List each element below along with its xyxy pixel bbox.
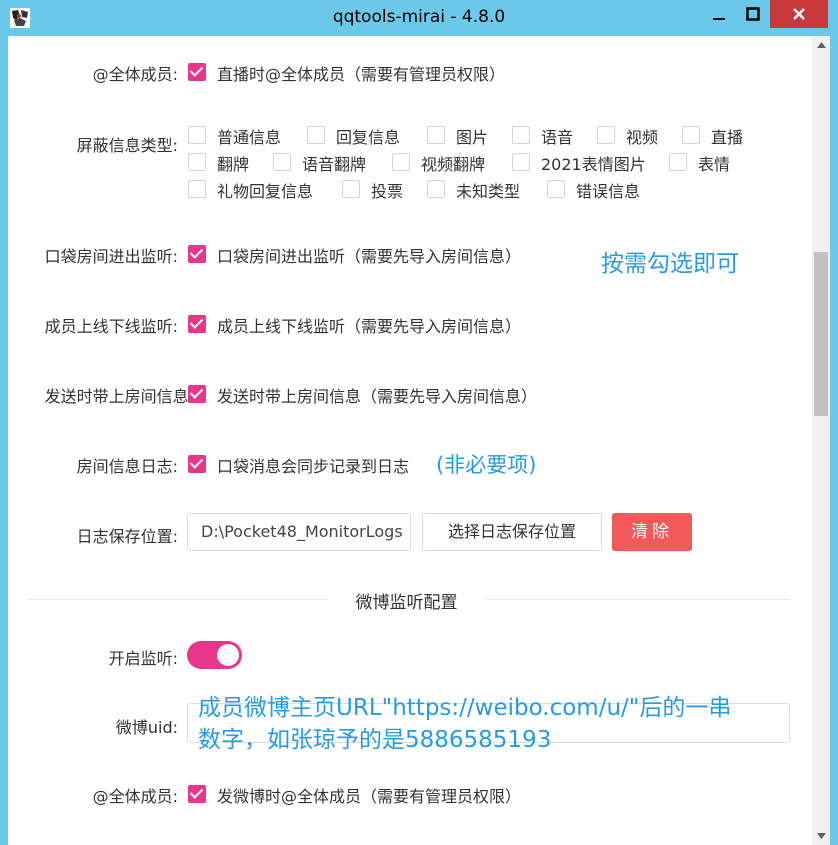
block-type-checkbox[interactable]	[682, 126, 700, 144]
minimize-icon	[713, 18, 725, 20]
live-at-all-label: @全体成员:	[92, 65, 178, 84]
weibo-at-all-text[interactable]: 发微博时@全体成员（需要有管理员权限）	[217, 783, 521, 807]
block-type-label[interactable]: 图片	[456, 124, 488, 148]
block-type-checkbox[interactable]	[427, 180, 445, 198]
block-type-label[interactable]: 语音	[541, 124, 573, 148]
room-enter-leave-checkbox[interactable]	[188, 245, 206, 263]
maximize-icon	[746, 7, 760, 21]
scroll-down-button[interactable]	[812, 827, 830, 845]
uid-note: 成员微博主页URL"https://weibo.com/u/"后的一串	[198, 695, 732, 721]
minimize-button[interactable]	[702, 0, 736, 28]
block-type-checkbox[interactable]	[597, 126, 615, 144]
uid-note: 数字，如张琼予的是5886585193	[198, 727, 552, 753]
weibo-enable-label: 开启监听:	[108, 649, 178, 668]
block-type-label[interactable]: 2021表情图片	[541, 151, 646, 175]
section-divider	[28, 599, 328, 600]
block-type-label[interactable]: 错误信息	[576, 178, 640, 202]
weibo-at-all-checkbox[interactable]	[188, 785, 206, 803]
log-path-label: 日志保存位置:	[76, 527, 178, 546]
block-type-label[interactable]: 翻牌	[217, 151, 249, 175]
close-icon	[793, 8, 805, 20]
block-type-label[interactable]: 视频翻牌	[421, 151, 485, 175]
block-type-checkbox[interactable]	[307, 126, 325, 144]
scroll-thumb[interactable]	[814, 252, 828, 416]
vertical-scrollbar[interactable]	[812, 36, 830, 845]
optional-note: (非必要项)	[436, 453, 537, 477]
member-online-text[interactable]: 成员上线下线监听（需要先导入房间信息）	[217, 313, 521, 337]
block-type-checkbox[interactable]	[669, 153, 687, 171]
weibo-section-title: 微博监听配置	[355, 593, 458, 613]
select-note: 按需勾选即可	[601, 251, 739, 277]
clear-button[interactable]: 清除	[612, 513, 692, 551]
settings-panel[interactable]: @全体成员: 直播时@全体成员（需要有管理员权限） 屏蔽信息类型: 普通信息 回…	[8, 36, 830, 845]
block-type-label[interactable]: 投票	[371, 178, 403, 202]
block-type-checkbox[interactable]	[392, 153, 410, 171]
room-log-checkbox[interactable]	[188, 455, 206, 473]
send-room-info-text[interactable]: 发送时带上房间信息（需要先导入房间信息）	[217, 383, 537, 407]
block-type-label[interactable]: 视频	[626, 124, 658, 148]
toggle-knob	[217, 644, 239, 666]
block-type-label[interactable]: 礼物回复信息	[217, 178, 313, 202]
member-online-label: 成员上线下线监听:	[44, 317, 178, 336]
member-online-checkbox[interactable]	[188, 315, 206, 333]
title-bar[interactable]: qqtools-mirai - 4.8.0	[0, 0, 838, 36]
block-type-checkbox[interactable]	[547, 180, 565, 198]
block-type-checkbox[interactable]	[188, 180, 206, 198]
block-type-checkbox[interactable]	[342, 180, 360, 198]
block-type-checkbox[interactable]	[427, 126, 445, 144]
block-type-checkbox[interactable]	[188, 126, 206, 144]
log-path-input[interactable]: D:\Pocket48_MonitorLogs	[187, 513, 411, 551]
live-at-all-text[interactable]: 直播时@全体成员（需要有管理员权限）	[217, 61, 505, 85]
room-log-label: 房间信息日志:	[76, 457, 178, 476]
weibo-at-all-label: @全体成员:	[92, 787, 178, 806]
block-type-label[interactable]: 未知类型	[456, 178, 520, 202]
block-type-label[interactable]: 直播	[711, 124, 743, 148]
arrow-up-icon	[816, 42, 826, 48]
weibo-enable-toggle[interactable]	[187, 641, 242, 669]
block-type-label[interactable]: 普通信息	[217, 124, 281, 148]
block-type-checkbox[interactable]	[188, 153, 206, 171]
send-room-info-checkbox[interactable]	[188, 385, 206, 403]
section-divider	[485, 599, 790, 600]
weibo-uid-label: 微博uid:	[115, 718, 178, 737]
maximize-button[interactable]	[736, 0, 770, 28]
close-button[interactable]	[770, 0, 828, 28]
send-room-info-label: 发送时带上房间信息:	[44, 387, 194, 406]
room-enter-leave-text[interactable]: 口袋房间进出监听（需要先导入房间信息）	[217, 243, 521, 267]
app-window: qqtools-mirai - 4.8.0 @全体成员: 直播时@全体成员（需要…	[0, 0, 838, 845]
block-type-checkbox[interactable]	[273, 153, 291, 171]
arrow-down-icon	[816, 833, 826, 839]
block-type-label[interactable]: 语音翻牌	[302, 151, 366, 175]
block-type-label[interactable]: 回复信息	[336, 124, 400, 148]
block-type-checkbox[interactable]	[512, 126, 530, 144]
block-type-label[interactable]: 表情	[698, 151, 730, 175]
scroll-up-button[interactable]	[812, 36, 830, 54]
choose-log-path-button[interactable]: 选择日志保存位置	[422, 513, 602, 551]
live-at-all-checkbox[interactable]	[188, 63, 206, 81]
room-enter-leave-label: 口袋房间进出监听:	[44, 247, 178, 266]
block-types-label: 屏蔽信息类型:	[76, 136, 178, 155]
room-log-text[interactable]: 口袋消息会同步记录到日志	[217, 453, 409, 477]
block-type-checkbox[interactable]	[512, 153, 530, 171]
